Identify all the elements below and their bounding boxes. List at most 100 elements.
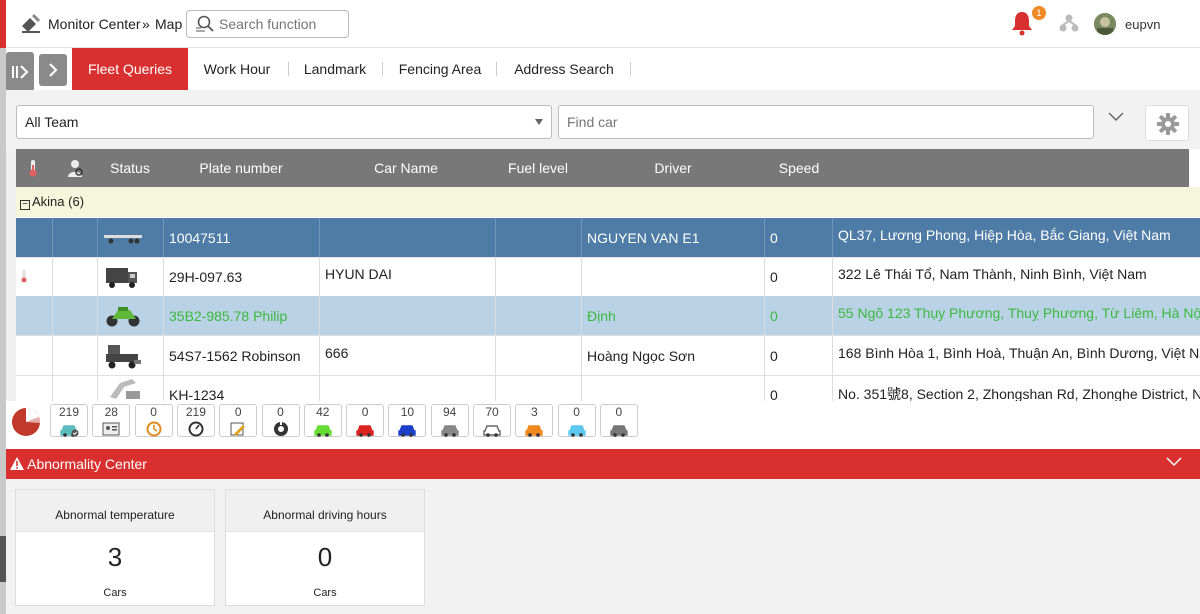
plate-cell: 29H-097.63 (164, 257, 320, 297)
card-unit: Cars (313, 587, 337, 599)
column-car-name[interactable]: Car Name (356, 160, 456, 176)
group-row[interactable]: − Akina (6) (16, 187, 1200, 217)
temp-cell (16, 375, 53, 401)
status-counter[interactable]: 0 (261, 404, 300, 437)
find-car-input[interactable] (558, 105, 1094, 139)
tab-row: Fleet Queries Work Hour Landmark Fencing… (6, 48, 1200, 92)
speed-value: 0 (770, 387, 778, 401)
plate-cell: 10047511 (164, 218, 320, 258)
table-row[interactable]: 10047511 NGUYEN VAN E1 0 QL37, Lương Pho… (16, 218, 1200, 258)
tab-address-search[interactable]: Address Search (506, 48, 622, 90)
driver-icon (68, 160, 83, 177)
chevron-down-icon[interactable] (1108, 112, 1124, 122)
column-fuel-level[interactable]: Fuel level (498, 160, 578, 176)
status-counter[interactable]: 0 (219, 404, 258, 437)
plate-cell: 54S7-1562 Robinson (164, 336, 320, 376)
group-label: Akina (6) (32, 194, 85, 209)
table-row[interactable]: 29H-097.63 HYUN DAI 0 322 Lê Thái Tổ, Na… (16, 257, 1200, 297)
table-row[interactable]: 35B2-985.78 Philip Định 0 55 Ngõ 123 Thụ… (16, 296, 1200, 336)
abnormality-center-header[interactable]: Abnormality Center (6, 449, 1200, 479)
plate-cell: KH-1234 (164, 375, 320, 401)
next-panel-button[interactable] (39, 54, 67, 86)
tab-work-hour[interactable]: Work Hour (196, 48, 278, 90)
car-blue-icon (398, 425, 417, 437)
status-count: 0 (361, 405, 369, 419)
accent-strip (0, 0, 6, 48)
tab-fencing-area[interactable]: Fencing Area (392, 48, 488, 90)
tab-divider (496, 62, 497, 76)
speed-cell: 0 (765, 218, 833, 258)
status-counter[interactable]: 0 (346, 404, 385, 437)
username[interactable]: eupvn (1125, 17, 1160, 32)
table-row[interactable]: KH-1234 0 No. 351號8, Section 2, Zhongsha… (16, 375, 1200, 401)
driver-name: NGUYEN VAN E1 (587, 230, 700, 246)
toggle-panel-button[interactable] (6, 52, 34, 92)
user-avatar[interactable] (1094, 13, 1116, 35)
status-counter[interactable]: 0 (134, 404, 173, 437)
column-driver[interactable]: Driver (638, 160, 708, 176)
status-counter[interactable]: 3 (515, 404, 554, 437)
status-counter[interactable]: 42 (303, 404, 342, 437)
driver-name-cell (582, 257, 765, 297)
status-counter[interactable]: 0 (599, 404, 638, 437)
address: 55 Ngõ 123 Thụy Phương, Thuỵ Phương, Từ … (838, 305, 1200, 321)
expand-panel-icon (12, 65, 29, 79)
settings-button[interactable] (1145, 105, 1189, 141)
abnormal-temperature-card[interactable]: Abnormal temperature 3 Cars (15, 489, 215, 606)
collapse-icon[interactable]: − (20, 200, 30, 210)
table-row[interactable]: 54S7-1562 Robinson 666 Hoàng Ngọc Sơn 0 … (16, 336, 1200, 376)
driver-cell (53, 375, 98, 401)
speed-value: 0 (770, 269, 778, 285)
team-select[interactable]: All Team (16, 105, 552, 139)
users-icon[interactable] (1058, 12, 1080, 34)
tab-landmark[interactable]: Landmark (296, 48, 374, 90)
status-counter[interactable]: 219 (176, 404, 215, 437)
chevron-down-icon[interactable] (1166, 457, 1182, 467)
column-speed[interactable]: Speed (772, 160, 826, 176)
abnormal-driving-hours-card[interactable]: Abnormal driving hours 0 Cars (225, 489, 425, 606)
status-counter[interactable]: 70 (473, 404, 511, 437)
status-counter[interactable]: 94 (430, 404, 469, 437)
status-counter[interactable]: 219 (50, 404, 88, 437)
fuel-cell (496, 257, 582, 297)
function-search-input[interactable] (219, 14, 344, 34)
breadcrumb-root[interactable]: Monitor Center (48, 16, 141, 32)
car-outline-icon (483, 425, 501, 437)
car-name: HYUN DAI (325, 266, 392, 282)
search-icon (196, 15, 214, 32)
status-counter[interactable]: 0 (557, 404, 596, 437)
car-skyblue-icon (567, 425, 586, 437)
fuel-cell (496, 336, 582, 376)
fuel-cell (496, 218, 582, 258)
speed-cell: 0 (765, 375, 833, 401)
pie-chart-icon[interactable] (10, 406, 42, 438)
temp-cell (16, 336, 53, 376)
status-count: 70 (485, 405, 499, 419)
notification-bell-icon[interactable] (1010, 10, 1034, 36)
plate-number: 29H-097.63 (169, 269, 243, 285)
address: 322 Lê Thái Tổ, Nam Thành, Ninh Bình, Vi… (838, 266, 1147, 282)
status-counter[interactable]: 28 (92, 404, 131, 437)
status-count: 0 (615, 405, 623, 419)
tab-divider (630, 62, 631, 76)
car-darkgray-icon (610, 425, 628, 437)
tab-fleet-queries[interactable]: Fleet Queries (72, 48, 188, 90)
column-status[interactable]: Status (102, 160, 158, 176)
column-plate-number[interactable]: Plate number (186, 160, 296, 176)
plate-cell: 35B2-985.78 Philip (164, 296, 320, 336)
function-search-box[interactable] (186, 10, 349, 38)
speed-cell: 0 (765, 296, 833, 336)
plate-number: 10047511 (169, 230, 231, 246)
status-count: 28 (104, 405, 118, 419)
plate-number: 35B2-985.78 Philip (169, 308, 288, 324)
plate-number: 54S7-1562 Robinson (169, 348, 301, 364)
status-counter[interactable]: 10 (388, 404, 427, 437)
driver-name: Định (587, 308, 616, 324)
status-cell (98, 218, 164, 258)
address: No. 351號8, Section 2, Zhongshan Rd, Zhon… (838, 386, 1200, 401)
status-count: 3 (530, 405, 538, 419)
breadcrumb-page: Map (155, 16, 183, 32)
driver-cell (53, 296, 98, 336)
status-count: 0 (234, 405, 242, 419)
status-count: 0 (277, 405, 284, 419)
